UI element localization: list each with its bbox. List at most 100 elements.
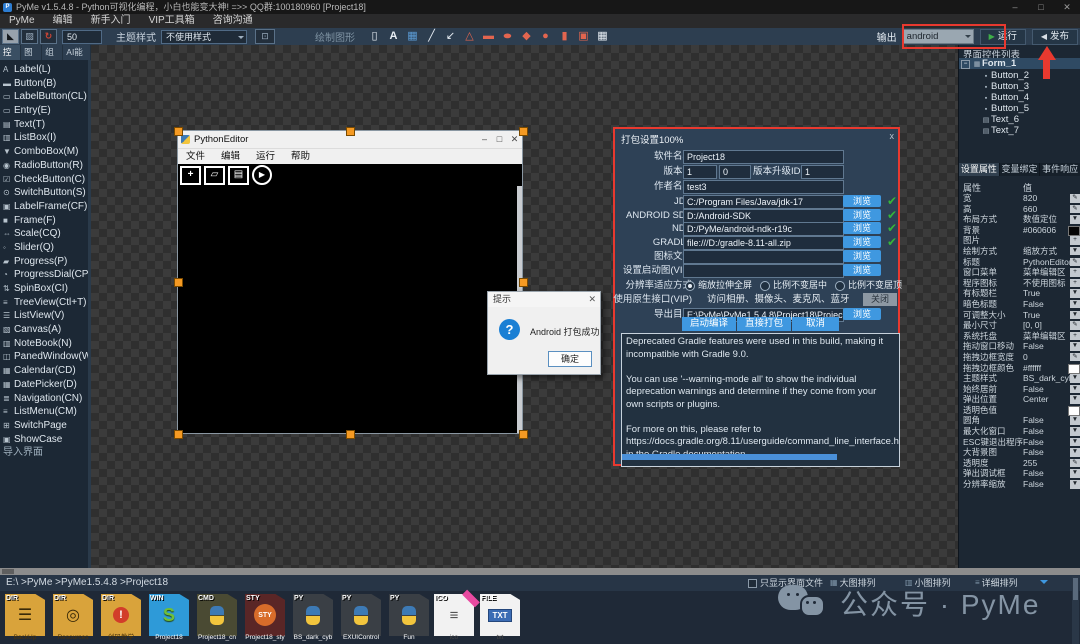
tree-item-button4[interactable]: ▪Button_4 (959, 92, 1080, 103)
resize-handle-se[interactable] (519, 430, 528, 439)
ndk-browse-button[interactable]: 浏览 (843, 222, 881, 234)
sidebar-item-entry[interactable]: ▭Entry(E) (0, 104, 91, 118)
sidebar-item-checkbutton[interactable]: ☑CheckButton(C) (0, 173, 91, 187)
sidebar-item-text[interactable]: ▤Text(T) (0, 118, 91, 132)
author-input[interactable]: test3 (683, 180, 844, 194)
maximize-button[interactable]: □ (1028, 0, 1054, 14)
cylinder-tool-icon[interactable]: ▮ (555, 29, 574, 44)
dialog-ok-button[interactable]: 确定 (548, 351, 592, 367)
editor-maximize-button[interactable]: □ (492, 134, 507, 145)
dropdown-icon[interactable]: ▼ (1070, 342, 1080, 351)
file-tile-ico[interactable]: ≡ ICO ico (432, 593, 476, 643)
export-image-icon[interactable]: ◣ (2, 29, 19, 44)
scrollbar-thumb[interactable] (2, 569, 14, 574)
edit-icon[interactable]: ✎ (1070, 459, 1080, 468)
radio-keep-ratio-center[interactable]: 比例不变居中 (760, 279, 827, 292)
file-tile-project18-style[interactable]: STY STY Project18_sty (243, 593, 287, 643)
dropdown-icon[interactable]: ▼ (1070, 438, 1080, 447)
sidebar-item-canvas[interactable]: ▧Canvas(A) (0, 323, 91, 337)
open-folder-icon[interactable]: ▱ (204, 166, 225, 185)
circle-tool-icon[interactable]: ● (536, 29, 555, 44)
package-panel-close-icon[interactable]: x (890, 131, 895, 141)
filled-image-tool-icon[interactable]: ▣ (574, 29, 593, 44)
sidebar-item-listbox[interactable]: ▥ListBox(I) (0, 131, 91, 145)
publish-button[interactable]: ◀ 发布 (1032, 29, 1078, 45)
splash-input[interactable] (683, 264, 844, 278)
dropdown-icon[interactable]: ▼ (1070, 395, 1080, 404)
breadcrumb[interactable]: E:\ >PyMe >PyMe1.5.4.8 >Project18 (6, 575, 168, 591)
tab-charts[interactable]: 图表 (21, 45, 42, 60)
radio-stretch-fullscreen[interactable]: 缩放拉伸全屏 (685, 279, 752, 292)
gradle-path-input[interactable]: file:///D:/gradle-8.11-all.zip (683, 236, 844, 250)
triangle-tool-icon[interactable]: △ (460, 29, 479, 44)
sidebar-item-listmenu[interactable]: ≡ListMenu(CM) (0, 405, 91, 419)
editor-menu-help[interactable]: 帮助 (283, 149, 318, 164)
sidebar-item-progress[interactable]: ▰Progress(P) (0, 255, 91, 269)
editor-text-area[interactable] (178, 186, 522, 433)
editor-menu-run[interactable]: 运行 (248, 149, 283, 164)
trash-icon[interactable]: ▯ (365, 29, 384, 44)
dropdown-icon[interactable]: ▼ (1070, 385, 1080, 394)
resize-handle-n[interactable] (346, 127, 355, 136)
save-icon[interactable]: ▤ (228, 166, 249, 185)
resize-handle-sw[interactable] (174, 430, 183, 439)
dropdown-icon[interactable]: ▼ (1070, 300, 1080, 309)
theme-style-combo[interactable]: 不使用样式 (161, 30, 247, 44)
sidebar-item-notebook[interactable]: ▥NoteBook(N) (0, 337, 91, 351)
file-tile-backup[interactable]: ☰ DIR BackUp (3, 593, 47, 643)
ellipse-tool-icon[interactable]: ● (492, 29, 522, 44)
app-name-input[interactable]: Project18 (683, 150, 844, 164)
sidebar-item-scale[interactable]: ⇔Scale(CQ) (0, 227, 91, 241)
tree-item-form1[interactable]: −▦Form_1 (959, 58, 1080, 69)
file-tile-txt[interactable]: TXT FILE txt (478, 593, 522, 643)
sdk-path-input[interactable]: D:/Android-SDK (683, 209, 844, 223)
file-tile-exuicontrol[interactable]: PY EXUIControl (339, 593, 383, 643)
sidebar-item-panedwindow[interactable]: ◫PanedWindow(W) (0, 350, 91, 364)
add-icon[interactable]: + (1070, 236, 1080, 245)
sidebar-item-labelbutton[interactable]: ▭LabelButton(CL) (0, 90, 91, 104)
start-compile-button[interactable]: 启动编译 (682, 317, 736, 331)
dropdown-icon[interactable]: ▼ (1070, 215, 1080, 224)
native-api-dropdown[interactable]: 关闭 (863, 293, 897, 306)
log-scrollbar[interactable] (622, 454, 837, 460)
tree-item-text6[interactable]: ▤Text_6 (959, 114, 1080, 125)
file-area-scrollbar[interactable] (1072, 576, 1079, 644)
resize-handle-ne[interactable] (519, 127, 528, 136)
image-tool-icon[interactable]: ▦ (403, 29, 422, 44)
gradle-browse-button[interactable]: 浏览 (843, 236, 881, 248)
file-tile-tutorial[interactable]: ! DIR 创码教学 (99, 593, 143, 643)
resize-handle-s[interactable] (346, 430, 355, 439)
tree-item-button2[interactable]: ▪Button_2 (959, 70, 1080, 81)
edit-icon[interactable]: ✎ (1070, 321, 1080, 330)
sidebar-item-datepicker[interactable]: ▦DatePicker(D) (0, 378, 91, 392)
sidebar-item-showcase[interactable]: ▣ShowCase (0, 433, 91, 447)
resize-handle-nw[interactable] (174, 127, 183, 136)
horizontal-scrollbar[interactable] (0, 568, 1080, 575)
form-preview-window[interactable]: PythonEditor – □ ✕ 文件 编辑 运行 帮助 + ▱ ▤ ▶ (177, 130, 523, 434)
arrow-tool-icon[interactable]: ↙ (441, 29, 460, 44)
sidebar-item-combobox[interactable]: ▼ComboBox(M) (0, 145, 91, 159)
dialog-titlebar[interactable]: 提示 ✕ (488, 292, 600, 307)
file-tile-resources[interactable]: ◎ DIR Resources (51, 593, 95, 643)
edit-icon[interactable]: ✎ (1070, 194, 1080, 203)
menu-vip-tools[interactable]: VIP工具箱 (140, 14, 204, 28)
resize-handle-w[interactable] (174, 278, 183, 287)
sidebar-item-listview[interactable]: ☰ListView(V) (0, 309, 91, 323)
dropdown-icon[interactable]: ▼ (1070, 427, 1080, 436)
sidebar-item-switchpage[interactable]: ⊞SwitchPage (0, 419, 91, 433)
line-tool-icon[interactable]: ╱ (422, 29, 441, 44)
dropdown-icon[interactable]: ▼ (1070, 311, 1080, 320)
tab-controls[interactable]: 控件 (0, 45, 21, 60)
tree-item-text7[interactable]: ▤Text_7 (959, 125, 1080, 136)
radio-keep-ratio-top[interactable]: 比例不变居顶 (835, 279, 902, 292)
monitor-icon[interactable]: ⊡ (255, 29, 275, 44)
icon-browse-button[interactable]: 浏览 (843, 250, 881, 262)
tab-variable-binding[interactable]: 变量绑定 (1000, 163, 1041, 176)
version-major-input[interactable]: 1 (683, 165, 717, 179)
tab-set-properties[interactable]: 设置属性 (959, 163, 1000, 176)
zoom-spinbox[interactable]: 50 (62, 30, 102, 44)
tab-components[interactable]: 组件 (42, 45, 63, 60)
editor-minimize-button[interactable]: – (477, 134, 492, 145)
dropdown-icon[interactable]: ▼ (1070, 374, 1080, 383)
file-tile-project18-cmd[interactable]: CMD Project18_cn (195, 593, 239, 643)
